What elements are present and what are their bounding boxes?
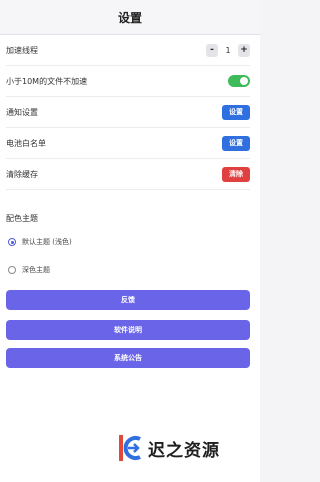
watermark-text: 迟之资源 [148, 440, 220, 461]
settings-panel: 加速线程 - 1 + 小于10M的文件不加速 通知设置 设置 电池白名单 设置 … [0, 35, 260, 482]
system-notice-button[interactable]: 系统公告 [6, 348, 250, 368]
page-title: 设置 [117, 10, 142, 25]
small-file-label: 小于10M的文件不加速 [6, 76, 88, 86]
battery-whitelist-button[interactable]: 设置 [222, 135, 250, 151]
setting-row-battery: 电池白名单 设置 [6, 128, 250, 159]
threads-stepper: - 1 + [206, 43, 250, 57]
radio-unselected-icon[interactable] [8, 266, 16, 274]
threads-label: 加速线程 [6, 45, 38, 55]
theme-section-title: 配色主题 [6, 214, 38, 223]
about-software-button[interactable]: 软件说明 [6, 320, 250, 340]
watermark-logo-icon [119, 435, 141, 461]
radio-selected-icon[interactable] [8, 238, 16, 246]
watermark: 迟之资源 [118, 424, 260, 472]
theme-option-label: 默认主题 (浅色) [22, 238, 72, 246]
threads-value: 1 [225, 45, 231, 55]
theme-option-light[interactable]: 默认主题 (浅色) [8, 237, 72, 247]
clear-cache-button[interactable]: 清除 [222, 166, 250, 182]
toggle-knob [240, 77, 248, 85]
notify-label: 通知设置 [6, 107, 38, 117]
feedback-button[interactable]: 反馈 [6, 290, 250, 310]
app-header: 设置 [0, 0, 260, 35]
theme-option-label: 深色主题 [22, 266, 50, 274]
setting-row-cache: 清除缓存 清除 [6, 159, 250, 190]
notify-settings-button[interactable]: 设置 [222, 104, 250, 120]
setting-row-threads: 加速线程 - 1 + [6, 35, 250, 66]
theme-option-dark[interactable]: 深色主题 [8, 265, 50, 275]
cache-label: 清除缓存 [6, 169, 38, 179]
setting-row-notify: 通知设置 设置 [6, 97, 250, 128]
threads-decrement-button[interactable]: - [206, 43, 218, 57]
battery-label: 电池白名单 [6, 138, 46, 148]
threads-increment-button[interactable]: + [238, 43, 250, 57]
small-file-toggle[interactable] [228, 75, 250, 87]
setting-row-small-files: 小于10M的文件不加速 [6, 66, 250, 97]
